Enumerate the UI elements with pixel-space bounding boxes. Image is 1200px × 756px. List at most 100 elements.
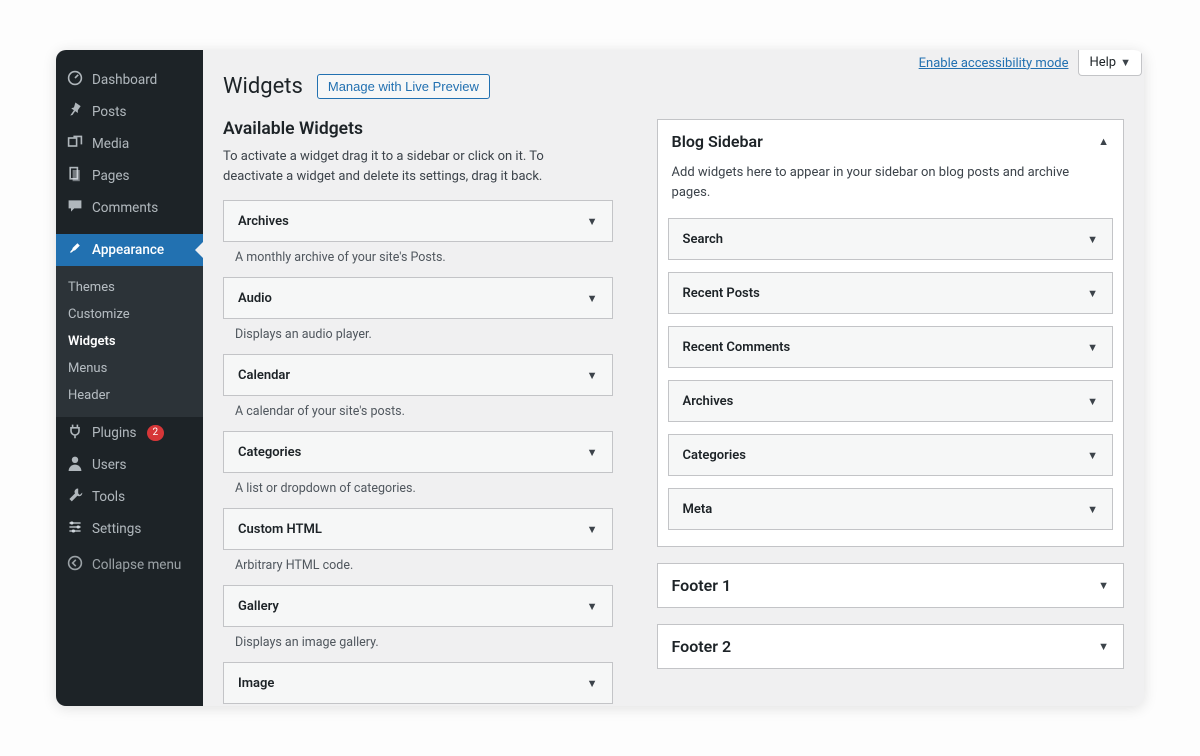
- available-widget-gallery[interactable]: Gallery ▼: [223, 585, 613, 627]
- widget-desc: Arbitrary HTML code.: [223, 556, 613, 585]
- sidebar-collapse[interactable]: Collapse menu: [56, 549, 203, 581]
- sidebar-label: Pages: [92, 168, 130, 184]
- sidebar-item-comments[interactable]: Comments: [56, 192, 203, 224]
- chevron-down-icon: ▼: [1087, 449, 1098, 462]
- chevron-down-icon: ▼: [1087, 287, 1098, 300]
- chevron-down-icon: ▼: [587, 677, 598, 690]
- area-header[interactable]: Footer 1 ▼: [658, 564, 1123, 607]
- sidebar-label: Plugins: [92, 425, 137, 441]
- sidebar-item-media[interactable]: Media: [56, 128, 203, 160]
- sidebar-item-plugins[interactable]: Plugins 2: [56, 417, 203, 449]
- placed-widget-recent-comments[interactable]: Recent Comments ▼: [668, 326, 1113, 368]
- available-widget-categories[interactable]: Categories ▼: [223, 431, 613, 473]
- content-area: Enable accessibility mode Help ▼ Widgets…: [203, 50, 1144, 706]
- sliders-icon: [66, 519, 84, 539]
- widget-title: Custom HTML: [238, 522, 322, 537]
- area-header[interactable]: Blog Sidebar ▲: [658, 120, 1123, 163]
- widget-areas-column: Blog Sidebar ▲ Add widgets here to appea…: [657, 119, 1124, 706]
- area-title: Footer 2: [672, 637, 732, 656]
- available-widgets-column: Available Widgets To activate a widget d…: [223, 119, 613, 706]
- collapse-icon: [66, 555, 84, 575]
- widget-title: Recent Posts: [683, 286, 760, 301]
- sidebar-label: Media: [92, 136, 129, 152]
- submenu-item-themes[interactable]: Themes: [56, 274, 203, 301]
- sidebar-item-dashboard[interactable]: Dashboard: [56, 64, 203, 96]
- widget-area-blog-sidebar: Blog Sidebar ▲ Add widgets here to appea…: [657, 119, 1124, 547]
- widget-desc: Displays an image gallery.: [223, 633, 613, 662]
- available-widgets-description: To activate a widget drag it to a sideba…: [223, 147, 583, 186]
- chevron-down-icon: ▼: [1120, 56, 1131, 69]
- widget-desc: A monthly archive of your site's Posts.: [223, 248, 613, 277]
- sidebar-label: Appearance: [92, 242, 164, 258]
- chevron-down-icon: ▼: [1098, 579, 1109, 592]
- available-widget-custom-html[interactable]: Custom HTML ▼: [223, 508, 613, 550]
- sidebar-label: Settings: [92, 521, 141, 537]
- plug-icon: [66, 423, 84, 443]
- chevron-down-icon: ▼: [1087, 233, 1098, 246]
- sidebar-label: Posts: [92, 104, 126, 120]
- comment-icon: [66, 198, 84, 218]
- media-icon: [66, 134, 84, 154]
- area-header[interactable]: Footer 2 ▼: [658, 625, 1123, 668]
- widget-title: Meta: [683, 502, 713, 517]
- widget-title: Image: [238, 676, 274, 691]
- widget-area-footer-2: Footer 2 ▼: [657, 624, 1124, 669]
- appearance-submenu: Themes Customize Widgets Menus Header: [56, 266, 203, 417]
- widget-desc: A list or dropdown of categories.: [223, 479, 613, 508]
- live-preview-button[interactable]: Manage with Live Preview: [317, 74, 490, 99]
- widget-area-footer-1: Footer 1 ▼: [657, 563, 1124, 608]
- widget-title: Categories: [238, 445, 301, 460]
- widget-title: Archives: [683, 394, 734, 409]
- chevron-down-icon: ▼: [1087, 503, 1098, 516]
- chevron-down-icon: ▼: [587, 446, 598, 459]
- chevron-down-icon: ▼: [587, 292, 598, 305]
- sidebar-label: Tools: [92, 489, 125, 505]
- sidebar-item-pages[interactable]: Pages: [56, 160, 203, 192]
- screen-links: Enable accessibility mode Help ▼: [917, 50, 1144, 76]
- area-title: Blog Sidebar: [672, 132, 763, 151]
- chevron-up-icon: ▲: [1098, 135, 1109, 148]
- sidebar-item-tools[interactable]: Tools: [56, 481, 203, 513]
- help-toggle[interactable]: Help ▼: [1078, 50, 1142, 76]
- page-title: Widgets: [223, 74, 303, 99]
- dashboard-icon: [66, 70, 84, 90]
- collapse-label: Collapse menu: [92, 557, 181, 573]
- widget-desc: Displays an audio player.: [223, 325, 613, 354]
- submenu-item-widgets[interactable]: Widgets: [56, 328, 203, 355]
- available-widget-calendar[interactable]: Calendar ▼: [223, 354, 613, 396]
- available-widget-image[interactable]: Image ▼: [223, 662, 613, 704]
- accessibility-mode-link[interactable]: Enable accessibility mode: [919, 56, 1069, 71]
- placed-widget-search[interactable]: Search ▼: [668, 218, 1113, 260]
- sidebar-item-settings[interactable]: Settings: [56, 513, 203, 545]
- chevron-down-icon: ▼: [587, 215, 598, 228]
- sidebar-item-appearance[interactable]: Appearance: [56, 234, 203, 266]
- placed-widget-meta[interactable]: Meta ▼: [668, 488, 1113, 530]
- area-title: Footer 1: [672, 576, 732, 595]
- placed-widget-recent-posts[interactable]: Recent Posts ▼: [668, 272, 1113, 314]
- chevron-down-icon: ▼: [1087, 341, 1098, 354]
- brush-icon: [66, 240, 84, 260]
- help-label: Help: [1089, 55, 1116, 70]
- chevron-down-icon: ▼: [587, 369, 598, 382]
- widget-title: Calendar: [238, 368, 290, 383]
- sidebar-item-users[interactable]: Users: [56, 449, 203, 481]
- submenu-item-menus[interactable]: Menus: [56, 355, 203, 382]
- submenu-item-header[interactable]: Header: [56, 382, 203, 409]
- area-description: Add widgets here to appear in your sideb…: [658, 163, 1123, 212]
- placed-widget-archives[interactable]: Archives ▼: [668, 380, 1113, 422]
- page-icon: [66, 166, 84, 186]
- available-widget-archives[interactable]: Archives ▼: [223, 200, 613, 242]
- placed-widget-categories[interactable]: Categories ▼: [668, 434, 1113, 476]
- widget-title: Search: [683, 232, 724, 247]
- available-widgets-heading: Available Widgets: [223, 119, 613, 139]
- sidebar-item-posts[interactable]: Posts: [56, 96, 203, 128]
- available-widget-audio[interactable]: Audio ▼: [223, 277, 613, 319]
- sidebar-label: Dashboard: [92, 72, 157, 88]
- widget-title: Audio: [238, 291, 272, 306]
- plugins-badge: 2: [147, 425, 165, 441]
- widget-desc: A calendar of your site's posts.: [223, 402, 613, 431]
- widget-title: Archives: [238, 214, 289, 229]
- sidebar-label: Comments: [92, 200, 158, 216]
- submenu-item-customize[interactable]: Customize: [56, 301, 203, 328]
- sidebar-label: Users: [92, 457, 126, 473]
